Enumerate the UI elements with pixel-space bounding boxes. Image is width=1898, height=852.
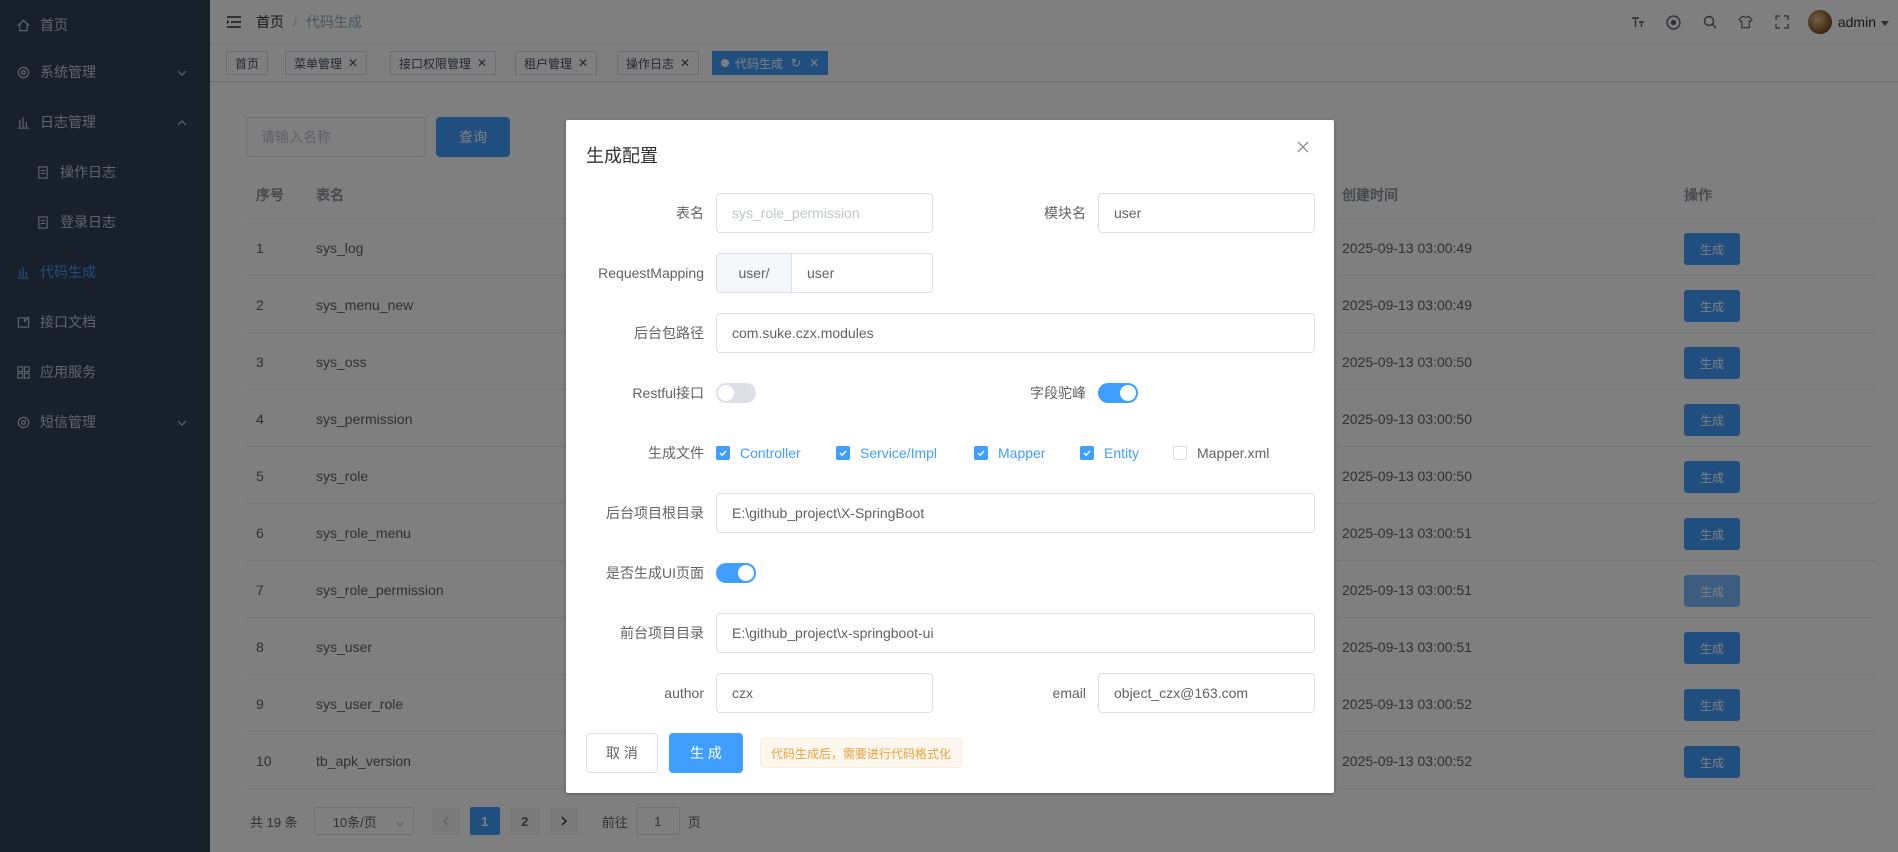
author-input[interactable]: czx <box>716 673 933 713</box>
backend-root-label: 后台项目根目录 <box>606 505 704 521</box>
files-label: 生成文件 <box>648 445 704 461</box>
checkbox-entity[interactable]: Entity <box>1080 443 1139 463</box>
toggle-knob <box>718 385 734 401</box>
module-name-input[interactable]: user <box>1098 193 1315 233</box>
cancel-button[interactable]: 取 消 <box>586 733 658 773</box>
request-mapping-prefix: user/ <box>716 253 792 293</box>
checkbox-label: Mapper.xml <box>1197 445 1270 461</box>
checkbox-empty-icon <box>1173 446 1187 460</box>
frontend-root-input[interactable]: E:\github_project\x-springboot-ui <box>716 613 1315 653</box>
email-label: email <box>1052 685 1086 701</box>
gen-ui-toggle[interactable] <box>716 563 756 583</box>
toggle-knob <box>1120 385 1136 401</box>
package-path-label: 后台包路径 <box>634 325 704 341</box>
email-input[interactable]: object_czx@163.com <box>1098 673 1315 713</box>
generate-config-dialog: 生成配置 表名 sys_role_permission 模块名 user Req… <box>566 120 1334 793</box>
checkbox-mapper-xml[interactable]: Mapper.xml <box>1173 443 1269 463</box>
check-icon <box>1080 446 1094 460</box>
generate-submit-button[interactable]: 生 成 <box>669 733 743 773</box>
package-path-input[interactable]: com.suke.czx.modules <box>716 313 1315 353</box>
checkbox-label: Service/Impl <box>860 445 938 461</box>
restful-label: Restful接口 <box>632 385 704 401</box>
frontend-root-label: 前台项目目录 <box>620 625 704 641</box>
camel-case-label: 字段驼峰 <box>1030 385 1086 401</box>
checkbox-label: Mapper <box>998 445 1046 461</box>
checkbox-service-impl[interactable]: Service/Impl <box>836 443 937 463</box>
toggle-knob <box>738 565 754 581</box>
camel-case-toggle[interactable] <box>1098 383 1138 403</box>
check-icon <box>716 446 730 460</box>
request-mapping-label: RequestMapping <box>598 265 704 281</box>
checkbox-controller[interactable]: Controller <box>716 443 801 463</box>
gen-ui-label: 是否生成UI页面 <box>606 565 704 581</box>
request-mapping-input[interactable]: user <box>791 253 933 293</box>
module-name-label: 模块名 <box>1044 205 1086 221</box>
check-icon <box>974 446 988 460</box>
table-name-label: 表名 <box>676 205 704 221</box>
checkbox-label: Controller <box>740 445 801 461</box>
checkbox-label: Entity <box>1104 445 1140 461</box>
checkbox-mapper[interactable]: Mapper <box>974 443 1045 463</box>
restful-toggle[interactable] <box>716 383 756 403</box>
close-icon[interactable] <box>1296 140 1312 156</box>
backend-root-input[interactable]: E:\github_project\X-SpringBoot <box>716 493 1315 533</box>
table-name-input[interactable]: sys_role_permission <box>716 193 933 233</box>
dialog-title: 生成配置 <box>586 146 658 166</box>
format-tip: 代码生成后，需要进行代码格式化 <box>760 738 963 768</box>
check-icon <box>836 446 850 460</box>
author-label: author <box>664 685 704 701</box>
